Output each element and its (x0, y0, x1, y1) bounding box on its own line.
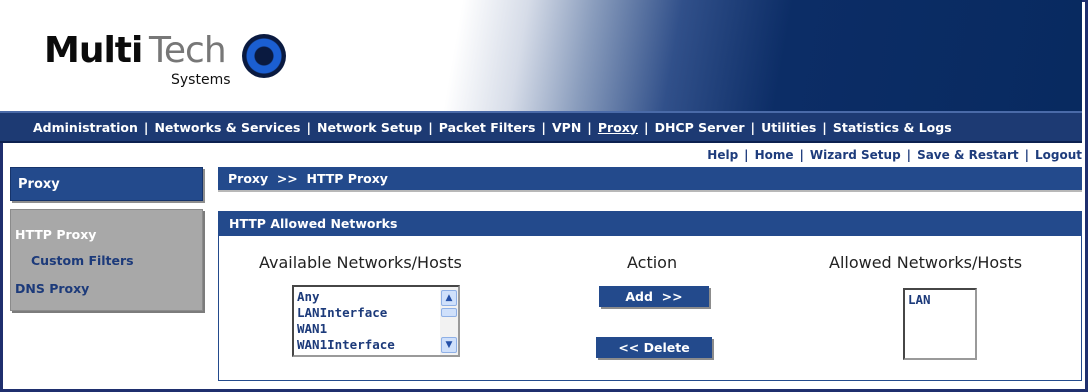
nav-statistics-logs[interactable]: Statistics & Logs (833, 120, 952, 135)
nav-network-setup[interactable]: Network Setup (317, 120, 422, 135)
add-button[interactable]: Add >> (599, 286, 709, 307)
nav-separator: | (644, 119, 649, 135)
util-separator: | (906, 148, 912, 162)
util-separator: | (1024, 148, 1029, 162)
action-label: Action (627, 253, 678, 272)
allowed-networks-label: Allowed Networks/Hosts (829, 253, 1023, 272)
sidebar-title: Proxy (18, 176, 60, 192)
header-banner: Multi Tech Systems (0, 0, 1082, 111)
available-networks-label: Available Networks/Hosts (259, 253, 462, 272)
nav-proxy[interactable]: Proxy (598, 120, 638, 135)
nav-separator: | (822, 119, 827, 135)
nav-separator: | (587, 119, 592, 135)
http-allowed-networks-panel: HTTP Allowed Networks Available Networks… (218, 211, 1082, 381)
scroll-thumb[interactable] (441, 308, 457, 317)
panel-header: HTTP Allowed Networks (219, 211, 1082, 236)
list-item[interactable]: LAN (905, 290, 975, 307)
breadcrumb: Proxy >> HTTP Proxy (218, 167, 1082, 192)
util-separator: | (744, 148, 749, 162)
list-item[interactable]: Any (294, 289, 395, 305)
nav-separator: | (541, 119, 546, 135)
sidebar-header: Proxy (10, 167, 203, 201)
breadcrumb-text: Proxy >> HTTP Proxy (228, 171, 388, 186)
list-item[interactable]: WAN1Interface (294, 337, 395, 353)
nav-separator: | (143, 119, 149, 135)
nav-separator: | (428, 119, 433, 135)
scroll-up-icon[interactable]: ▲ (441, 290, 457, 306)
nav-networks-services[interactable]: Networks & Services (154, 120, 300, 135)
delete-button[interactable]: << Delete (596, 337, 712, 358)
list-item[interactable]: WAN1 (294, 321, 395, 337)
util-separator: | (799, 148, 804, 162)
util-wizard-setup-link[interactable]: Wizard Setup (810, 148, 901, 162)
logo-systems-text: Systems (171, 72, 231, 88)
util-save-restart-link[interactable]: Save & Restart (917, 148, 1019, 162)
panel-title: HTTP Allowed Networks (229, 216, 398, 231)
multitech-logo[interactable]: Multi Tech Systems (44, 30, 304, 90)
utility-nav: Help | Home | Wizard Setup | Save & Rest… (707, 148, 1082, 162)
sidebar-menu: HTTP Proxy Custom Filters DNS Proxy (10, 209, 203, 311)
logo-multi-text: Multi (44, 30, 143, 71)
main-nav: Administration | Networks & Services | N… (0, 111, 1082, 143)
logo-tech-text: Tech (149, 30, 227, 71)
nav-administration[interactable]: Administration (33, 120, 138, 135)
available-networks-listbox[interactable]: Any LANInterface WAN1 WAN1Interface ▲ ▼ (292, 285, 460, 357)
sidebar-item-custom-filters[interactable]: Custom Filters (31, 253, 134, 268)
nav-utilities[interactable]: Utilities (761, 120, 816, 135)
util-logout-link[interactable]: Logout (1035, 148, 1082, 162)
nav-packet-filters[interactable]: Packet Filters (439, 120, 536, 135)
allowed-networks-listbox[interactable]: LAN (903, 288, 977, 360)
scroll-down-icon[interactable]: ▼ (441, 337, 457, 353)
sidebar-item-http-proxy[interactable]: HTTP Proxy (15, 227, 96, 242)
nav-separator: | (306, 119, 312, 135)
util-home-link[interactable]: Home (755, 148, 794, 162)
logo-orb-icon (242, 34, 286, 78)
nav-separator: | (750, 119, 756, 135)
util-help-link[interactable]: Help (707, 148, 738, 162)
sidebar-item-dns-proxy[interactable]: DNS Proxy (15, 281, 89, 296)
list-item[interactable]: LANInterface (294, 305, 395, 321)
listbox-scrollbar[interactable]: ▲ ▼ (440, 287, 458, 355)
nav-dhcp-server[interactable]: DHCP Server (655, 120, 745, 135)
nav-vpn[interactable]: VPN (552, 120, 581, 135)
